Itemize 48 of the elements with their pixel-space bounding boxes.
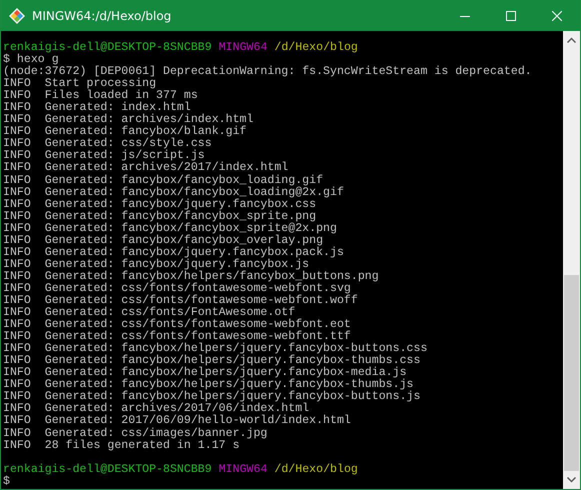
output-line: INFO Generated: css/fonts/fontawesome-webfont.eot [3,318,351,332]
maximize-icon [506,10,516,20]
output-line: INFO Generated: fancybox/jquery.fancybox.css [3,198,316,211]
output-line: INFO Generated: fancybox/fancybox_overlay.png [3,234,324,247]
output-line: INFO Generated: archives/2017/index.html [3,161,288,174]
output-line: INFO Generated: css/images/banner.jpg [3,426,268,440]
prompt-user-host: renkaigis-dell@DESKTOP-8SNCBB9 [3,41,212,54]
command-line: $ hexo g [3,53,59,66]
output-line: INFO Generated: fancybox/jquery.fancybox.pack.js [3,246,344,259]
output-line: INFO Generated: css/fonts/fontawesome-webfont.woff [3,294,358,307]
output-line: INFO Generated: fancybox/helpers/jquery.fancybox-thumbs.css [3,354,420,368]
output-line: INFO Generated: archives/2017/06/index.html [3,402,310,416]
window-title: MINGW64:/d/Hexo/blog [32,8,172,22]
output-line: INFO Generated: css/style.css [3,137,212,150]
output-line: INFO Generated: fancybox/fancybox_loading@2x.gif [3,186,344,199]
scrollbar-thumb[interactable] [564,275,579,471]
close-icon [552,10,562,20]
output-line: INFO Generated: index.html [3,101,191,114]
output-line: INFO Generated: fancybox/fancybox_sprite@2x.png [3,222,337,235]
output-line: INFO Generated: fancybox/jquery.fancybox.js [3,258,310,271]
output-line: INFO Generated: fancybox/fancybox_loading.gif [3,174,324,187]
output-line: INFO Generated: fancybox/helpers/fancybox_buttons.png [3,270,379,283]
prompt-path: /d/Hexo/blog [274,41,358,54]
output-line: INFO Files loaded in 377 ms [3,89,198,102]
output-line: INFO Generated: fancybox/fancybox_sprite.png [3,210,316,223]
output-line: INFO Start processing [3,77,156,90]
output-line: INFO Generated: archives/index.html [3,113,254,126]
output-line: INFO Generated: css/fonts/fontawesome-webfont.ttf [3,330,351,344]
output-line: INFO Generated: js/script.js [3,149,205,162]
prompt-shell: MINGW64 [218,462,268,476]
output-line: INFO Generated: 2017/06/09/hello-world/index.html [3,414,351,428]
scroll-up-icon[interactable] [567,37,576,43]
output-line: INFO Generated: fancybox/blank.gif [3,125,247,138]
scroll-down-icon[interactable] [567,477,576,483]
output-line: INFO Generated: fancybox/helpers/jquery.fancybox-thumbs.js [3,378,414,392]
output-line: INFO Generated: css/fonts/FontAwesome.otf [3,306,296,320]
prompt-path: /d/Hexo/blog [274,462,358,476]
output-line: INFO Generated: fancybox/helpers/jquery.fancybox-buttons.css [3,342,428,356]
command-line: $ [3,474,10,488]
diamond-icon [9,8,25,24]
prompt-shell: MINGW64 [218,41,268,54]
output-line: INFO Generated: fancybox/helpers/jquery.fancybox-media.js [3,366,407,380]
output-line: (node:37672) [DEP0061] DeprecationWarning: fs.SyncWriteStream is deprecated. [3,65,532,78]
output-line: INFO Generated: css/fonts/fontawesome-webfont.svg [3,282,351,295]
output-line: INFO 28 files generated in 1.17 s [3,438,240,452]
output-line: INFO Generated: fancybox/helpers/jquery.fancybox-buttons.js [3,390,420,404]
scrollbar[interactable] [563,31,580,489]
prompt-user-host: renkaigis-dell@DESKTOP-8SNCBB9 [3,462,212,476]
